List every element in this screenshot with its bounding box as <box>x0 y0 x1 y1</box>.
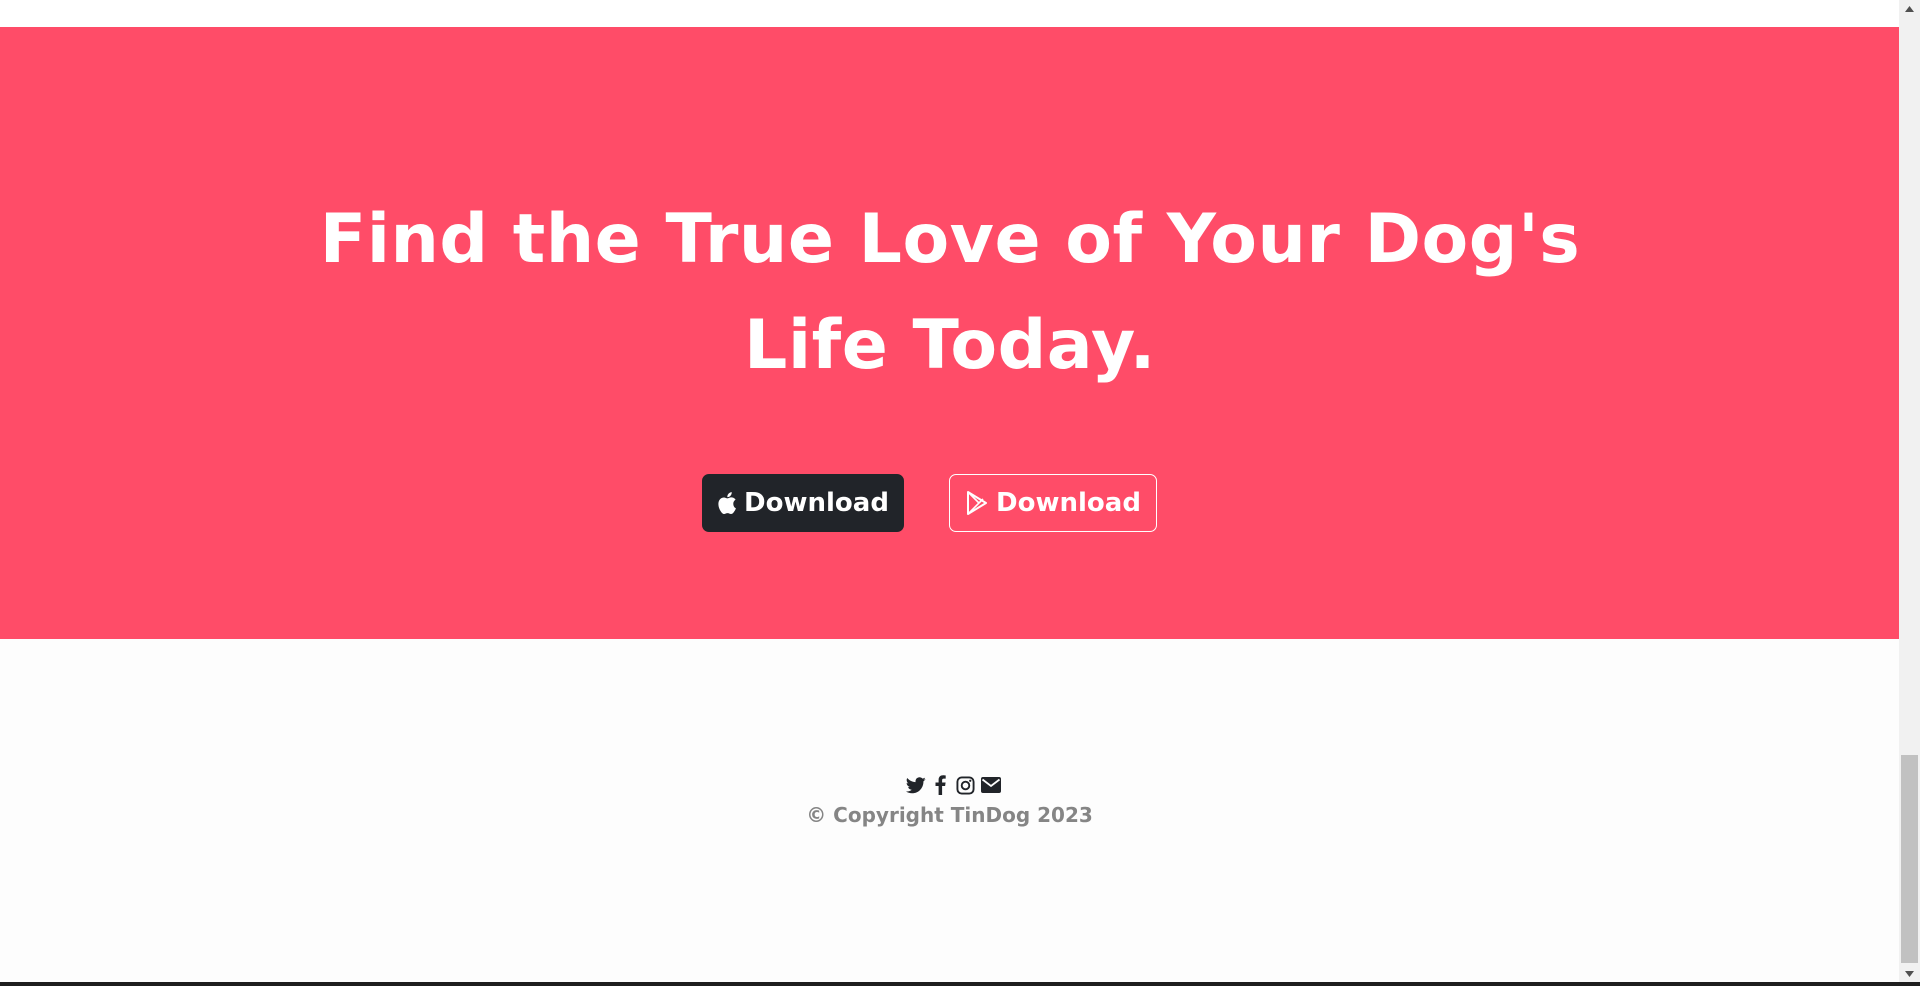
google-play-icon <box>965 490 989 516</box>
cta-heading: Find the True Love of Your Dog's Life To… <box>319 200 1581 385</box>
cta-section: Find the True Love of Your Dog's Life To… <box>0 27 1899 639</box>
page: Find the True Love of Your Dog's Life To… <box>0 0 1920 986</box>
scrollbar-thumb[interactable] <box>1901 755 1918 963</box>
facebook-icon[interactable] <box>930 775 951 795</box>
copyright-text: © Copyright TinDog 2023 <box>806 803 1093 827</box>
apple-download-button[interactable]: Download <box>702 474 904 532</box>
scroll-up-arrow-icon[interactable] <box>1899 0 1920 17</box>
social-links <box>905 775 1001 795</box>
scroll-down-arrow-icon[interactable] <box>1899 965 1920 982</box>
browser-viewport: Find the True Love of Your Dog's Life To… <box>0 0 1899 982</box>
vertical-scrollbar[interactable] <box>1899 0 1920 982</box>
footer: © Copyright TinDog 2023 <box>0 639 1899 982</box>
instagram-icon[interactable] <box>955 775 976 795</box>
apple-icon <box>717 491 737 515</box>
top-strip <box>0 0 1899 27</box>
envelope-icon[interactable] <box>980 775 1001 795</box>
twitter-icon[interactable] <box>905 775 926 795</box>
google-play-download-button[interactable]: Download <box>949 474 1157 532</box>
window-bottom-edge <box>0 982 1920 986</box>
google-play-download-label: Download <box>996 488 1141 518</box>
apple-download-label: Download <box>744 488 889 518</box>
